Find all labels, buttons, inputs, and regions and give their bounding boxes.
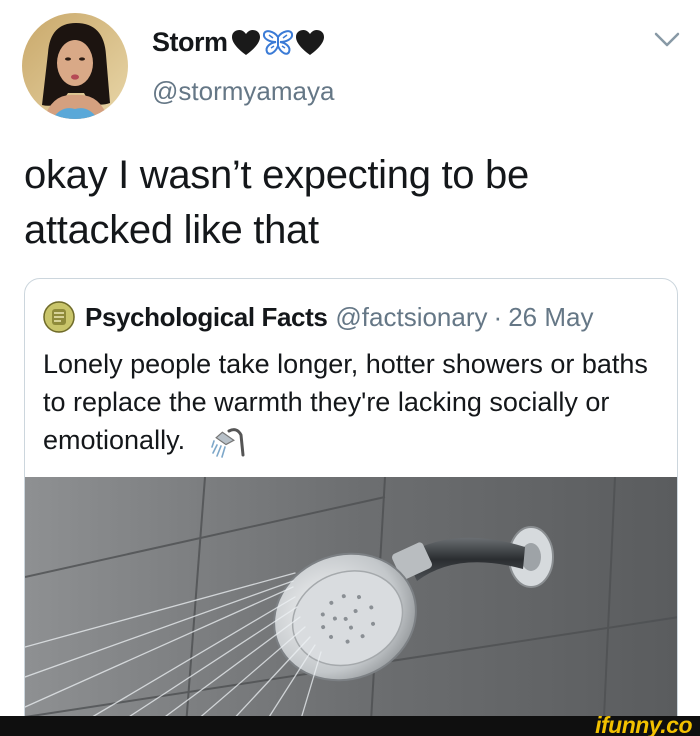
tweet-card: Storm @stormyamaya okay I wasn’t expecti…: [0, 0, 700, 736]
black-heart-icon: [231, 29, 260, 55]
dot-separator: ·: [493, 301, 503, 332]
quoted-handle[interactable]: @factsionary: [335, 302, 487, 333]
quoted-tweet[interactable]: Psychological Facts @factsionary · 26 Ma…: [24, 278, 678, 736]
name-emojis: [231, 29, 325, 57]
shower-head-photo[interactable]: [25, 476, 677, 736]
tweet-text: okay I wasn’t expecting to be attacked l…: [24, 153, 529, 252]
quoted-date[interactable]: 26 May: [508, 302, 593, 333]
quoted-tweet-text-block: Lonely people take longer, hotter shower…: [43, 345, 663, 459]
quoted-tweet-header: Psychological Facts @factsionary · 26 Ma…: [43, 301, 593, 333]
quoted-display-name[interactable]: Psychological Facts: [85, 302, 328, 333]
shower-icon: [210, 428, 245, 458]
display-name[interactable]: Storm: [152, 27, 325, 58]
display-name-text: Storm: [152, 27, 228, 57]
profile-avatar[interactable]: [22, 13, 128, 119]
quoted-tweet-text: Lonely people take longer, hotter shower…: [43, 349, 648, 455]
user-handle[interactable]: @stormyamaya: [152, 76, 334, 107]
watermark-bar: ifunny.co: [0, 712, 700, 736]
blue-butterfly-icon: [262, 29, 293, 55]
ifunny-watermark: ifunny.co: [595, 712, 692, 736]
black-heart-icon: [295, 29, 324, 55]
quoted-avatar[interactable]: [43, 301, 75, 333]
chevron-down-icon[interactable]: [652, 30, 682, 50]
